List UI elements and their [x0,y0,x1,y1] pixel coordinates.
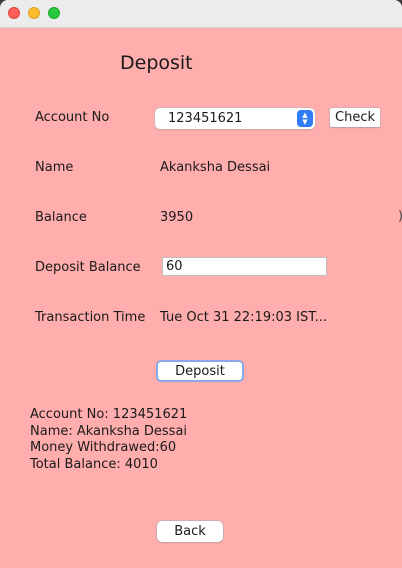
name-label: Name [35,160,74,175]
name-value: Akanksha Dessai [160,160,271,175]
balance-label: Balance [35,210,87,225]
deposit-amount-input[interactable]: 60 [162,257,327,276]
maximize-window-icon[interactable] [48,7,60,19]
summary-account-no: Account No: 123451621 [30,407,188,422]
deposit-balance-label: Deposit Balance [35,260,141,275]
minimize-window-icon[interactable] [28,7,40,19]
up-down-chevron-icon: ▲ ▼ [297,110,313,127]
summary-total-balance: Total Balance: 4010 [30,456,158,472]
deposit-summary: Account No: 123451621 Name: Akanksha Des… [30,407,187,473]
deposit-button[interactable]: Deposit [156,360,244,382]
summary-name: Name: Akanksha Dessai [30,423,188,439]
back-button[interactable]: Back [157,521,223,542]
check-button[interactable]: Check [330,108,380,127]
account-no-select[interactable]: 123451621 ▲ ▼ [155,108,315,129]
account-no-label: Account No [35,110,110,125]
summary-money: Money Withdrawed:60 [30,440,177,455]
close-window-icon[interactable] [8,7,20,19]
transaction-time-label: Transaction Time [35,310,146,325]
page-title: Deposit [120,52,193,74]
transaction-time-value: Tue Oct 31 22:19:03 IST... [160,310,328,325]
account-no-selected-value: 123451621 [168,111,243,126]
deposit-window: Deposit Account No 123451621 ▲ ▼ Check Na… [0,0,402,568]
balance-value: 3950 [160,210,194,225]
window-resize-edge: ) [398,209,402,224]
title-bar[interactable] [0,0,402,28]
